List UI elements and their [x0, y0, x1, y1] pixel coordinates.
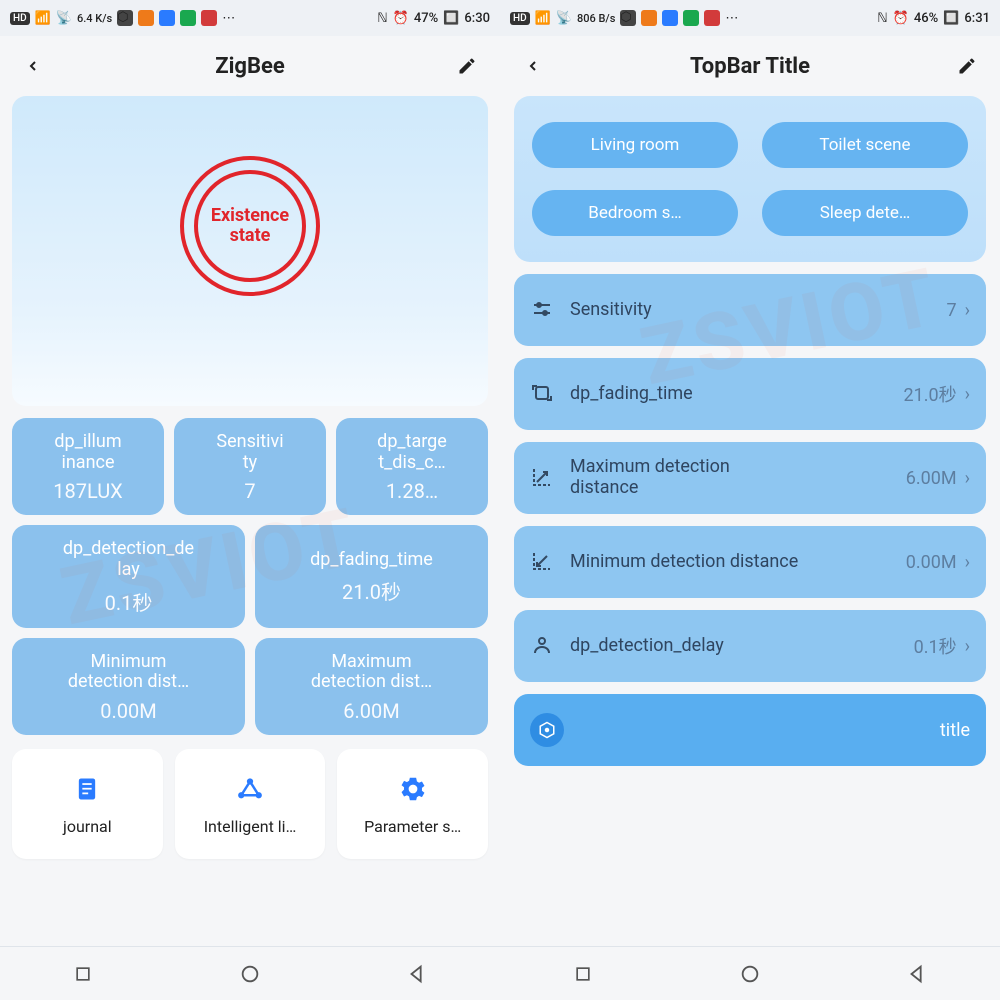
dp-row-1: dp_illum inance187LUX Sensitivi ty7 dp_t…: [12, 418, 488, 515]
edit-button[interactable]: [452, 51, 482, 81]
app-icon-3: [683, 10, 699, 26]
nav-back-button[interactable]: [387, 956, 447, 992]
nav-home-button[interactable]: [720, 956, 780, 992]
chevron-right-icon: ›: [965, 300, 970, 321]
clock-text: 6:30: [464, 11, 490, 26]
topbar: TopBar Title: [500, 36, 1000, 96]
dp-target-card[interactable]: dp_targe t_dis_c…1.28…: [336, 418, 488, 515]
signal-icon: 📶: [35, 11, 51, 26]
hero-panel: Existence state: [12, 96, 488, 406]
rotate-icon: [530, 381, 556, 407]
journal-icon: [71, 773, 103, 805]
person-icon: [530, 633, 556, 659]
intelligent-icon: [234, 773, 266, 805]
setting-title-row[interactable]: title: [514, 694, 986, 766]
nav-recent-button[interactable]: [553, 956, 613, 992]
app-icon-2: [159, 10, 175, 26]
distance-min-icon: [530, 549, 556, 575]
battery-text: 47%: [414, 11, 438, 26]
dp-row-2: dp_detection_de lay0.1秒 dp_fading_time21…: [12, 525, 488, 627]
sliders-icon: [530, 297, 556, 323]
settings-list: Sensitivity 7 › dp_fading_time 21.0秒 › M…: [514, 274, 986, 766]
app-icon-2: [662, 10, 678, 26]
phone-right: ZSVIOT HD 📶 📡 806 B/s ⬡ ⋯ ℕ ⏰ 46% 🔲 6:31…: [500, 0, 1000, 1000]
app-icon-1: [641, 10, 657, 26]
app-icon-1: [138, 10, 154, 26]
scene-living-room[interactable]: Living room: [532, 122, 738, 168]
bottom-cards: journal Intelligent li… Parameter s…: [12, 749, 488, 859]
android-navbar: [0, 946, 500, 1000]
topbar: ZigBee: [0, 36, 500, 96]
back-button[interactable]: [18, 51, 48, 81]
page-title: ZigBee: [48, 54, 452, 79]
alarm-icon: ⏰: [393, 11, 409, 26]
setting-sensitivity[interactable]: Sensitivity 7 ›: [514, 274, 986, 346]
back-button[interactable]: [518, 51, 548, 81]
android-navbar: [500, 946, 1000, 1000]
setting-fading-time[interactable]: dp_fading_time 21.0秒 ›: [514, 358, 986, 430]
hex-icon: ⬡: [117, 10, 133, 26]
more-icon: ⋯: [222, 11, 236, 26]
chevron-right-icon: ›: [965, 468, 970, 489]
scene-bedroom[interactable]: Bedroom s…: [532, 190, 738, 236]
status-bar: HD 📶 📡 6.4 K/s ⬡ ⋯ ℕ ⏰ 47% 🔲 6:30: [0, 0, 500, 36]
chevron-right-icon: ›: [965, 636, 970, 657]
setting-detection-delay[interactable]: dp_detection_delay 0.1秒 ›: [514, 610, 986, 682]
phone-left: ZSVIOT HD 📶 📡 6.4 K/s ⬡ ⋯ ℕ ⏰ 47% 🔲 6:30…: [0, 0, 500, 1000]
dp-max-dist-card[interactable]: Maximum detection dist…6.00M: [255, 638, 488, 735]
page-title: TopBar Title: [548, 54, 952, 79]
existence-indicator[interactable]: Existence state: [180, 156, 320, 296]
dp-detection-delay-card[interactable]: dp_detection_de lay0.1秒: [12, 525, 245, 627]
parameter-card[interactable]: Parameter s…: [337, 749, 488, 859]
distance-max-icon: [530, 465, 556, 491]
nfc-icon: ℕ: [877, 11, 887, 26]
hd-icon: HD: [510, 12, 530, 25]
dp-min-dist-card[interactable]: Minimum detection dist…0.00M: [12, 638, 245, 735]
hex-icon: [530, 713, 564, 747]
battery-icon: 🔲: [443, 11, 459, 26]
dp-row-3: Minimum detection dist…0.00M Maximum det…: [12, 638, 488, 735]
app-icon-4: [201, 10, 217, 26]
chevron-right-icon: ›: [965, 552, 970, 573]
scene-panel: Living room Toilet scene Bedroom s… Slee…: [514, 96, 986, 262]
intelligent-card[interactable]: Intelligent li…: [175, 749, 326, 859]
net-speed: 806 B/s: [577, 12, 615, 25]
edit-button[interactable]: [952, 51, 982, 81]
wifi-icon: 📡: [556, 11, 572, 26]
hex-icon: ⬡: [620, 10, 636, 26]
signal-icon: 📶: [535, 11, 551, 26]
app-icon-4: [704, 10, 720, 26]
wifi-icon: 📡: [56, 11, 72, 26]
battery-icon: 🔲: [943, 11, 959, 26]
clock-text: 6:31: [964, 11, 990, 26]
nav-home-button[interactable]: [220, 956, 280, 992]
app-icon-3: [180, 10, 196, 26]
journal-card[interactable]: journal: [12, 749, 163, 859]
dp-illuminance-card[interactable]: dp_illum inance187LUX: [12, 418, 164, 515]
battery-text: 46%: [914, 11, 938, 26]
nfc-icon: ℕ: [377, 11, 387, 26]
alarm-icon: ⏰: [893, 11, 909, 26]
scene-toilet[interactable]: Toilet scene: [762, 122, 968, 168]
hd-icon: HD: [10, 12, 30, 25]
nav-back-button[interactable]: [887, 956, 947, 992]
setting-min-distance[interactable]: Minimum detection distance 0.00M ›: [514, 526, 986, 598]
more-icon: ⋯: [725, 11, 739, 26]
dp-sensitivity-card[interactable]: Sensitivi ty7: [174, 418, 326, 515]
setting-max-distance[interactable]: Maximum detection distance 6.00M ›: [514, 442, 986, 514]
chevron-right-icon: ›: [965, 384, 970, 405]
dp-fading-time-card[interactable]: dp_fading_time21.0秒: [255, 525, 488, 627]
status-bar: HD 📶 📡 806 B/s ⬡ ⋯ ℕ ⏰ 46% 🔲 6:31: [500, 0, 1000, 36]
nav-recent-button[interactable]: [53, 956, 113, 992]
gear-icon: [397, 773, 429, 805]
scene-sleep[interactable]: Sleep dete…: [762, 190, 968, 236]
net-speed: 6.4 K/s: [77, 12, 112, 25]
